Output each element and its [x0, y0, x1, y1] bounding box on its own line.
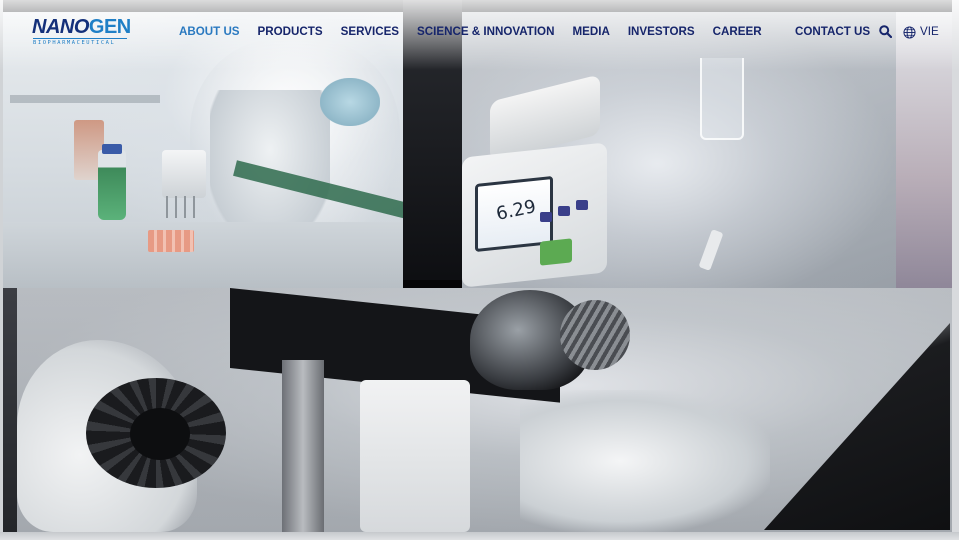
search-icon[interactable]: [879, 25, 892, 38]
logo-wordmark-gen: GEN: [88, 16, 131, 38]
media-bottle: [98, 150, 126, 220]
lab-technician: [210, 90, 330, 240]
microscope-base: [360, 380, 470, 532]
page-edge-bottom: [0, 532, 959, 540]
media-bottle-cap: [102, 144, 122, 154]
meter-button: [558, 206, 570, 216]
logo-wordmark-nano: NANO: [32, 16, 89, 38]
photo-strip: [3, 288, 17, 532]
lab-shelf: [10, 95, 160, 103]
lab-technician-mask: [320, 78, 380, 126]
beaker: [700, 58, 744, 140]
microscope-light: [520, 390, 770, 532]
nav-investors[interactable]: INVESTORS: [619, 23, 704, 41]
page-edge-right: [952, 0, 959, 540]
pipette-tips: [166, 196, 202, 218]
microscope-column: [282, 360, 324, 532]
logo-tagline: BIOPHARMACEUTICAL: [33, 38, 127, 46]
meter-button: [576, 200, 588, 210]
nav-about-us[interactable]: ABOUT US: [170, 23, 249, 41]
nav-science-innovation[interactable]: SCIENCE & INNOVATION: [408, 23, 563, 41]
meter-green-button: [540, 238, 572, 266]
tube-rack: [148, 230, 194, 252]
nav-career[interactable]: CAREER: [704, 23, 771, 41]
meter-button: [540, 212, 552, 222]
focus-knob-center: [130, 408, 190, 460]
site-header: NANOGEN BIOPHARMACEUTICAL ABOUT US PRODU…: [0, 0, 959, 60]
multichannel-pipette: [162, 150, 206, 198]
logo-wordmark: NANOGEN: [32, 17, 131, 37]
contact-us-link[interactable]: CONTACT US: [795, 23, 870, 41]
main-nav: ABOUT US PRODUCTS SERVICES SCIENCE & INN…: [170, 23, 771, 41]
language-switcher[interactable]: VIE: [903, 23, 939, 41]
page-edge-left: [0, 0, 3, 540]
page: 6.29 NANOGEN BIOPHARMACEUTICAL ABOUT US …: [0, 0, 959, 540]
nav-services[interactable]: SERVICES: [332, 23, 408, 41]
microscope-turret: [560, 300, 630, 370]
globe-icon: [903, 25, 916, 39]
lab-bench: [3, 222, 403, 288]
nav-media[interactable]: MEDIA: [563, 23, 618, 41]
language-label: VIE: [920, 25, 939, 38]
nanogen-logo[interactable]: NANOGEN BIOPHARMACEUTICAL: [32, 17, 131, 47]
nav-products[interactable]: PRODUCTS: [249, 23, 332, 41]
